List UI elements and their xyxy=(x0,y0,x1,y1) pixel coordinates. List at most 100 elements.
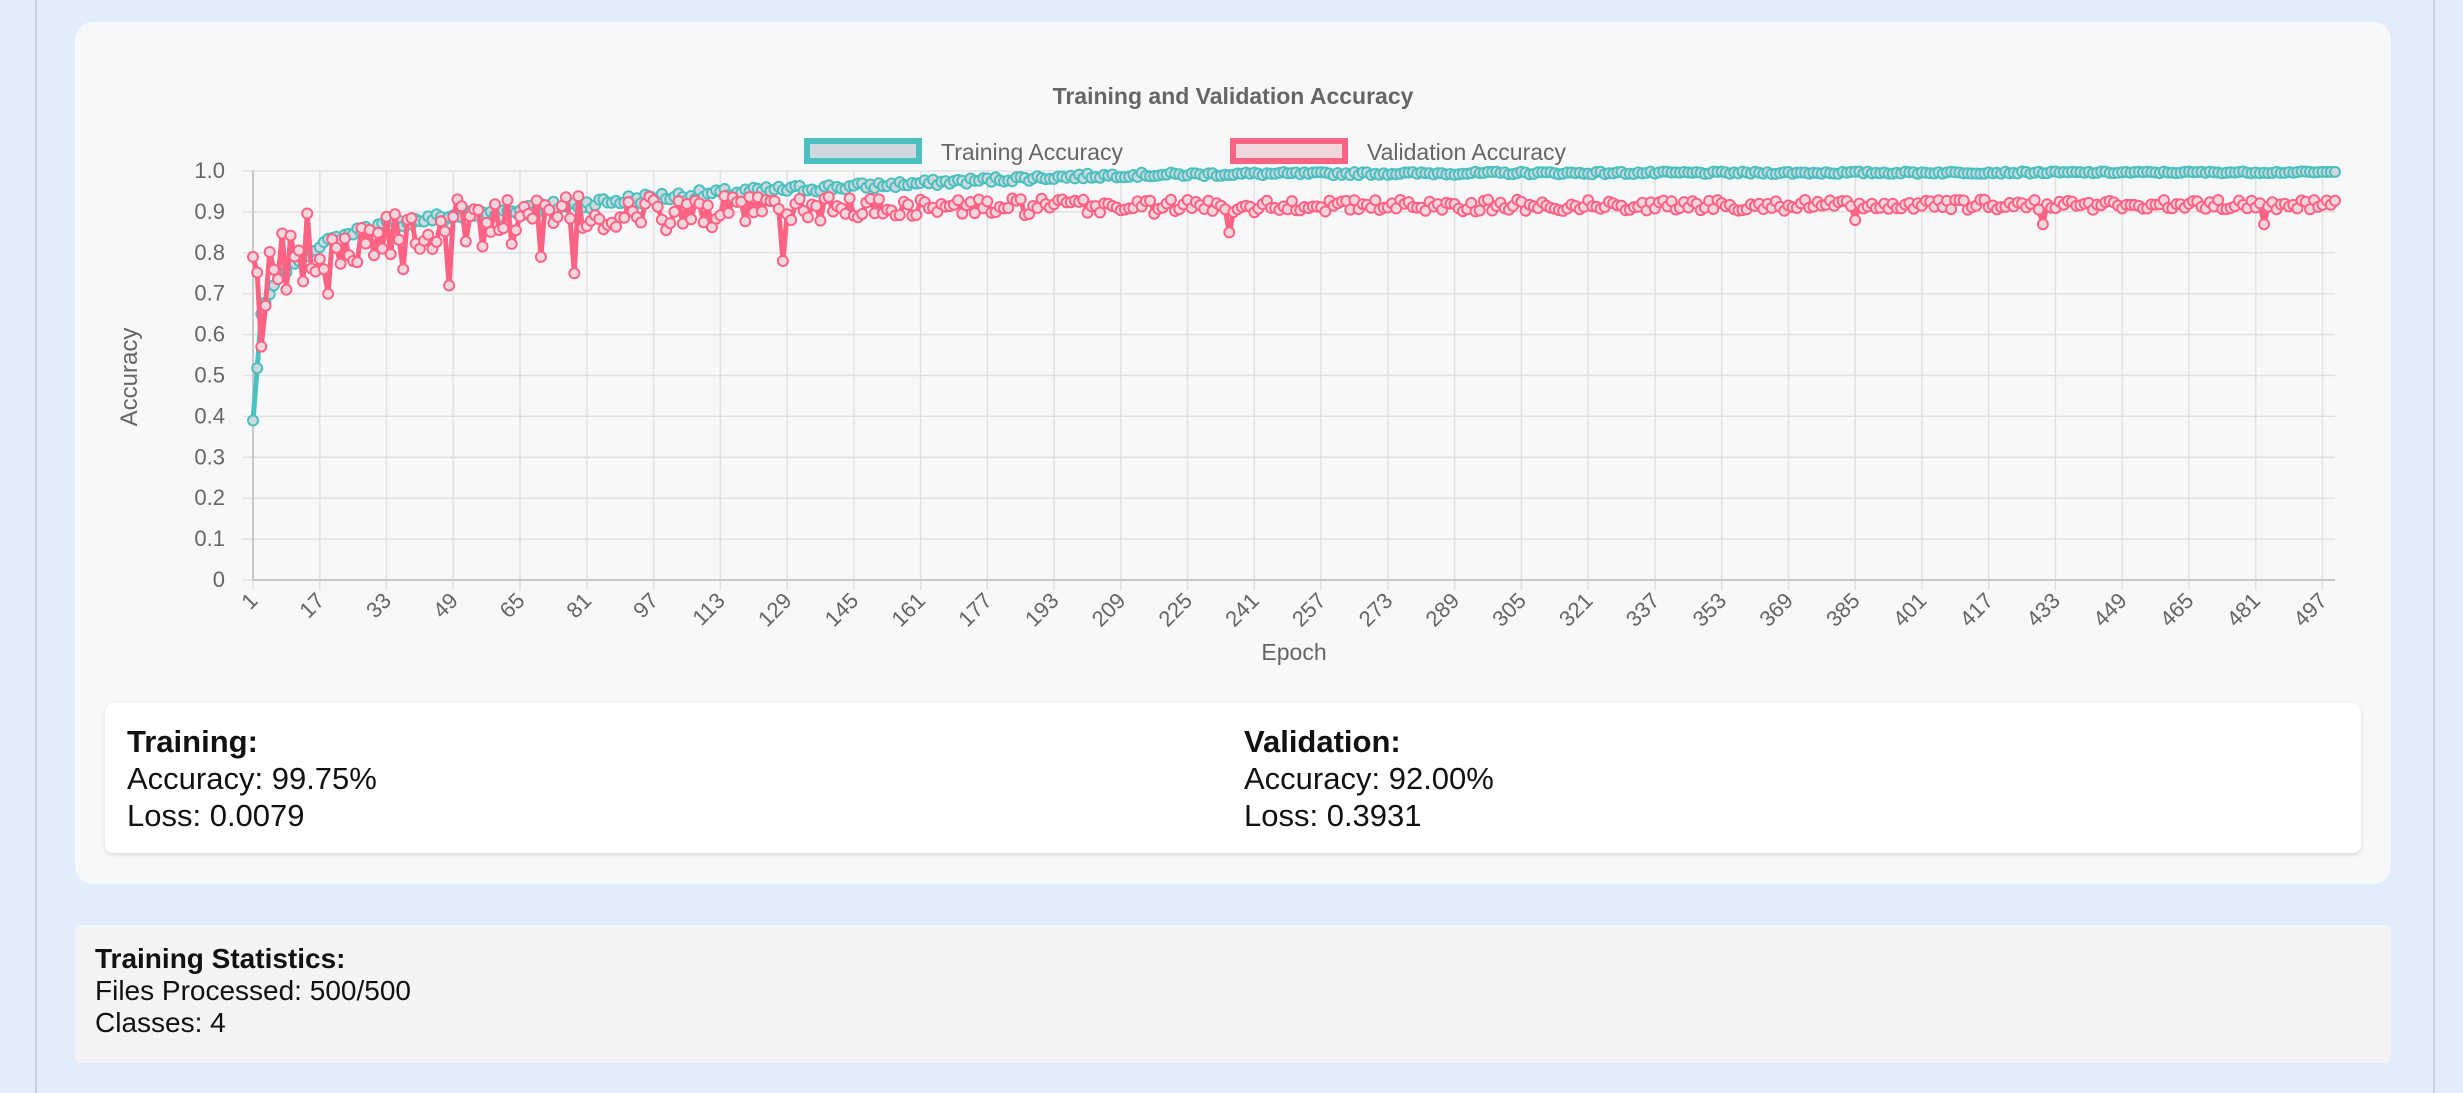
validation-point xyxy=(685,213,698,226)
validation-point xyxy=(843,192,856,205)
validation-point xyxy=(330,241,343,254)
x-tick-label: 177 xyxy=(953,588,997,632)
training-heading: Training: xyxy=(127,724,258,759)
legend-label: Validation Accuracy xyxy=(1367,139,1567,165)
validation-point xyxy=(2329,194,2341,207)
validation-point xyxy=(292,244,305,257)
x-tick-label: 433 xyxy=(2021,588,2065,632)
validation-point xyxy=(572,190,585,203)
statistics-heading: Training Statistics: xyxy=(95,943,346,974)
x-tick-label: 1 xyxy=(236,588,262,614)
validation-point xyxy=(263,246,276,258)
validation-point xyxy=(272,273,284,286)
validation-point xyxy=(476,240,489,253)
validation-accuracy: Accuracy: 92.00% xyxy=(1244,761,1494,796)
validation-point xyxy=(267,263,280,276)
validation-point xyxy=(2028,194,2041,207)
x-tick-label: 417 xyxy=(1955,588,1999,632)
validation-point xyxy=(559,191,572,204)
y-tick-label: 0.2 xyxy=(194,485,225,510)
y-tick-label: 0.4 xyxy=(194,403,225,428)
validation-point xyxy=(902,198,915,211)
x-tick-label: 81 xyxy=(561,588,596,623)
validation-point xyxy=(785,214,798,226)
validation-point xyxy=(501,194,514,207)
validation-point xyxy=(1144,194,1157,207)
validation-point xyxy=(1473,204,1486,217)
validation-point xyxy=(505,237,518,250)
validation-point xyxy=(247,250,259,263)
page-right-margin xyxy=(2433,0,2463,1093)
y-tick-label: 0.8 xyxy=(194,240,225,265)
validation-point xyxy=(822,191,835,203)
x-axis-label: Epoch xyxy=(1261,639,1326,665)
x-tick-label: 97 xyxy=(628,588,663,623)
validation-point xyxy=(280,283,293,296)
validation-point xyxy=(1223,226,1236,239)
validation-point xyxy=(359,237,372,250)
validation-heading: Validation: xyxy=(1244,724,1401,759)
validation-point xyxy=(472,203,485,216)
validation-point xyxy=(334,257,347,270)
validation-point xyxy=(1002,202,1015,214)
chart-title: Training and Validation Accuracy xyxy=(1053,83,1414,109)
y-axis-label: Accuracy xyxy=(116,328,143,427)
x-tick-label: 481 xyxy=(2222,588,2266,632)
validation-point xyxy=(1164,193,1177,206)
validation-point xyxy=(534,250,547,263)
validation-point xyxy=(397,263,410,276)
validation-point xyxy=(872,193,885,206)
validation-point xyxy=(564,212,577,225)
validation-loss: Loss: 0.3931 xyxy=(1244,798,1422,833)
x-tick-label: 65 xyxy=(495,588,530,623)
training-metrics: Training: Accuracy: 99.75% Loss: 0.0079 xyxy=(127,723,377,834)
x-tick-label: 401 xyxy=(1888,588,1932,632)
y-tick-label: 1.0 xyxy=(194,158,225,183)
training-point xyxy=(251,362,264,375)
validation-point xyxy=(259,299,272,312)
validation-point xyxy=(459,235,472,248)
validation-point xyxy=(526,212,539,225)
metrics-summary: Training: Accuracy: 99.75% Loss: 0.0079 … xyxy=(105,703,2361,853)
validation-point xyxy=(338,232,351,245)
validation-point xyxy=(1369,194,1382,207)
validation-point xyxy=(701,199,714,212)
training-point xyxy=(247,414,259,427)
validation-point xyxy=(489,198,501,211)
x-tick-label: 225 xyxy=(1153,588,1197,632)
x-tick-label: 497 xyxy=(2288,588,2332,632)
validation-point xyxy=(551,211,564,223)
validation-point xyxy=(509,224,522,237)
validation-point xyxy=(447,210,460,223)
y-tick-label: 0.6 xyxy=(194,322,225,347)
x-tick-label: 257 xyxy=(1287,588,1331,632)
validation-point xyxy=(438,225,451,238)
y-tick-label: 0.7 xyxy=(194,281,225,306)
x-tick-label: 161 xyxy=(886,588,930,632)
validation-point xyxy=(2258,218,2271,231)
x-tick-label: 49 xyxy=(428,588,463,623)
x-tick-label: 273 xyxy=(1354,588,1398,632)
y-tick-label: 0.1 xyxy=(194,526,225,551)
x-tick-label: 353 xyxy=(1688,588,1732,632)
y-tick-label: 0.3 xyxy=(194,444,225,469)
class-count: Classes: 4 xyxy=(95,1007,226,1038)
x-tick-label: 241 xyxy=(1220,588,1264,632)
x-tick-label: 145 xyxy=(820,588,864,632)
x-tick-label: 369 xyxy=(1754,588,1798,632)
validation-point xyxy=(543,203,556,216)
validation-point xyxy=(405,212,418,225)
validation-point xyxy=(651,200,664,213)
validation-point xyxy=(635,216,647,229)
validation-point xyxy=(981,195,994,208)
validation-point xyxy=(372,226,385,239)
validation-point xyxy=(668,205,681,218)
validation-point xyxy=(301,207,314,220)
page-left-margin xyxy=(0,0,37,1093)
validation-point xyxy=(297,275,310,288)
validation-point xyxy=(255,340,268,353)
validation-metrics: Validation: Accuracy: 92.00% Loss: 0.393… xyxy=(1244,723,1494,834)
training-accuracy: Accuracy: 99.75% xyxy=(127,761,377,796)
validation-point xyxy=(793,193,806,205)
validation-point xyxy=(1849,214,1862,227)
